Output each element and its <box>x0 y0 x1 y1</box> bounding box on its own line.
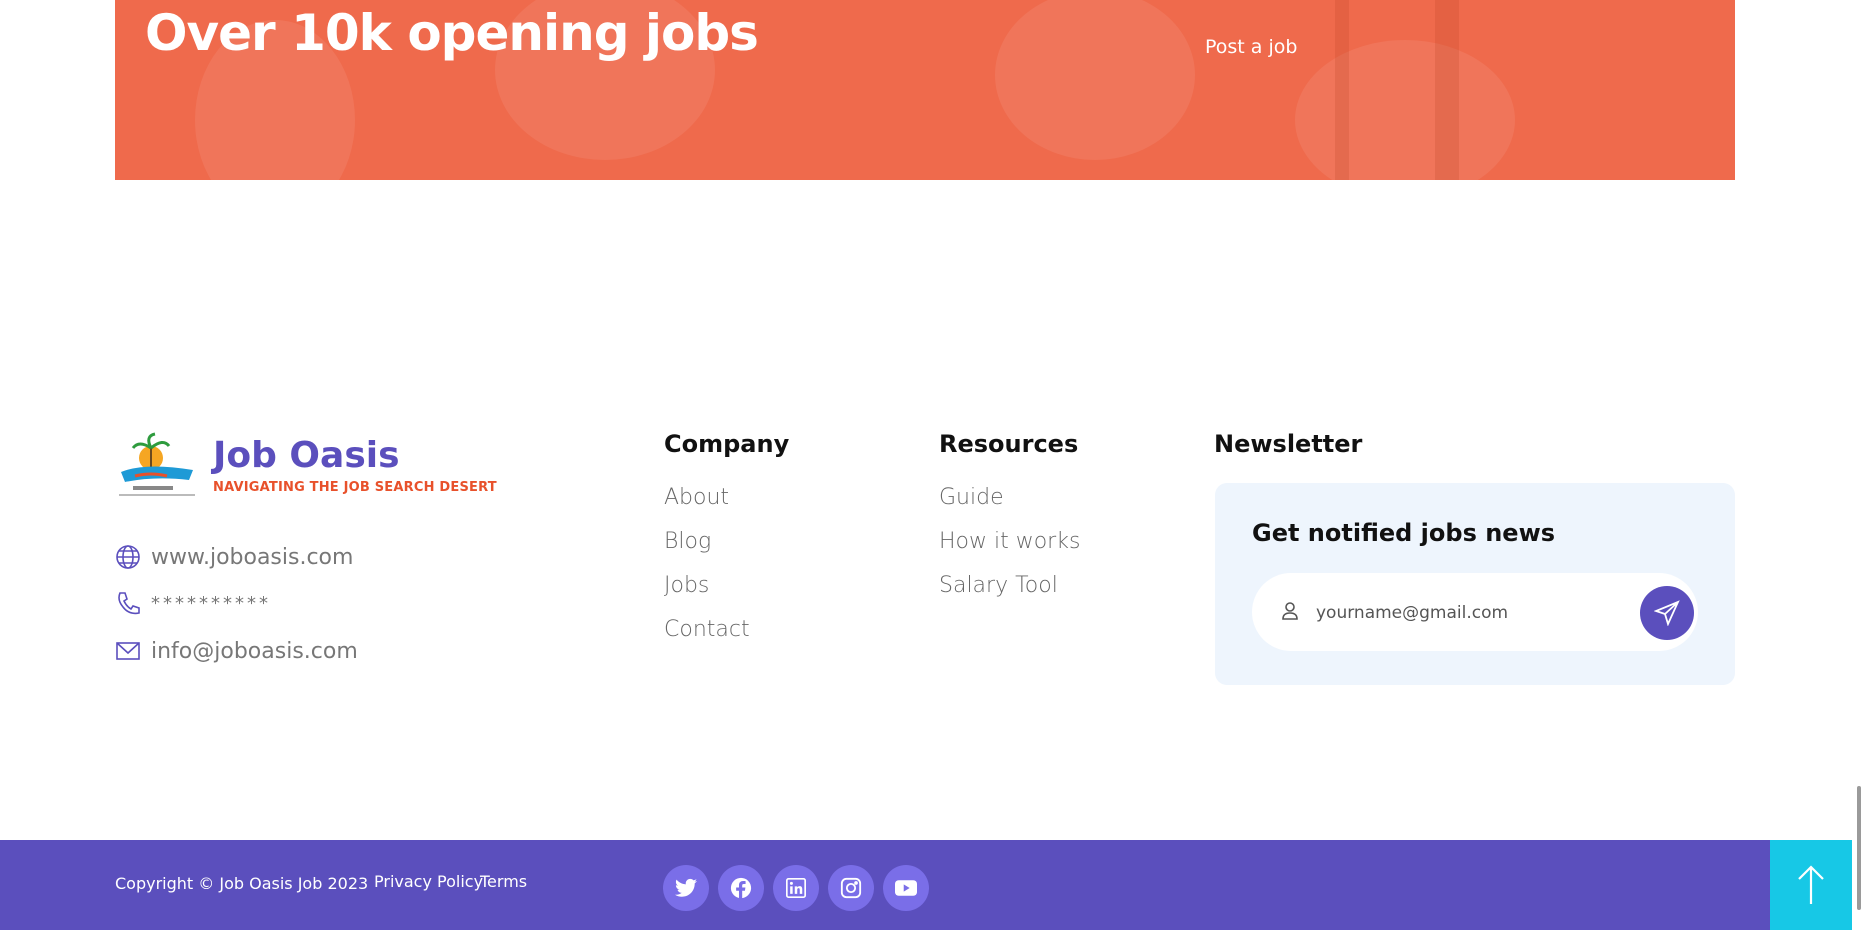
scroll-to-top-button[interactable] <box>1770 840 1852 930</box>
newsletter-email-input[interactable] <box>1314 595 1618 631</box>
website-text: www.joboasis.com <box>151 544 354 570</box>
banner-photo-decor <box>1435 0 1459 180</box>
globe-icon <box>115 544 141 570</box>
phone-text: ********** <box>151 592 271 614</box>
banner-photo-decor <box>1335 0 1349 180</box>
mail-icon <box>115 638 141 664</box>
linkedin-icon[interactable] <box>773 865 819 911</box>
newsletter-submit-button[interactable] <box>1640 586 1694 640</box>
footer-brand[interactable]: Job Oasis NAVIGATING THE JOB SEARCH DESE… <box>115 432 497 500</box>
footer-link-guide[interactable]: Guide <box>939 482 1080 526</box>
contact-website[interactable]: www.joboasis.com <box>115 544 353 570</box>
footer-link-jobs[interactable]: Jobs <box>664 570 750 614</box>
resources-links: Guide How it works Salary Tool <box>939 482 1080 614</box>
copyright-text: Copyright © Job Oasis Job 2023 <box>115 874 369 893</box>
arrow-up-icon <box>1798 865 1824 904</box>
twitter-icon[interactable] <box>663 865 709 911</box>
send-icon <box>1654 600 1680 626</box>
footer-link-blog[interactable]: Blog <box>664 526 750 570</box>
resources-heading: Resources <box>939 430 1079 458</box>
footer-link-about[interactable]: About <box>664 482 750 526</box>
post-job-link[interactable]: Post a job <box>1205 36 1297 58</box>
privacy-policy-link[interactable]: Privacy Policy <box>374 872 483 891</box>
banner-title: Over 10k opening jobs <box>145 4 759 62</box>
newsletter-heading: Newsletter <box>1214 430 1363 458</box>
phone-icon <box>115 590 141 616</box>
footer-link-contact[interactable]: Contact <box>664 614 750 658</box>
brand-tagline: NAVIGATING THE JOB SEARCH DESERT <box>213 479 497 495</box>
logo-icon <box>115 432 199 500</box>
terms-link[interactable]: Terms <box>480 872 527 891</box>
banner-photo-decor <box>1295 40 1515 180</box>
scrollbar-thumb[interactable] <box>1857 786 1861 910</box>
footer-link-how-it-works[interactable]: How it works <box>939 526 1080 570</box>
user-icon <box>1280 600 1300 627</box>
hero-banner: Over 10k opening jobs Post a job <box>115 0 1735 180</box>
email-text: info@joboasis.com <box>151 638 358 664</box>
banner-photo-decor <box>995 0 1195 160</box>
company-links: About Blog Jobs Contact <box>664 482 750 658</box>
company-heading: Company <box>664 430 790 458</box>
newsletter-form <box>1252 573 1698 651</box>
youtube-icon[interactable] <box>883 865 929 911</box>
contact-email[interactable]: info@joboasis.com <box>115 638 358 664</box>
instagram-icon[interactable] <box>828 865 874 911</box>
contact-phone[interactable]: ********** <box>115 590 271 616</box>
facebook-icon[interactable] <box>718 865 764 911</box>
newsletter-box-title: Get notified jobs news <box>1252 519 1556 547</box>
newsletter-box: Get notified jobs news <box>1215 483 1735 685</box>
brand-name: Job Oasis <box>213 434 400 476</box>
footer-link-salary-tool[interactable]: Salary Tool <box>939 570 1080 614</box>
footer-bottom-bar: Copyright © Job Oasis Job 2023 Privacy P… <box>0 840 1867 930</box>
